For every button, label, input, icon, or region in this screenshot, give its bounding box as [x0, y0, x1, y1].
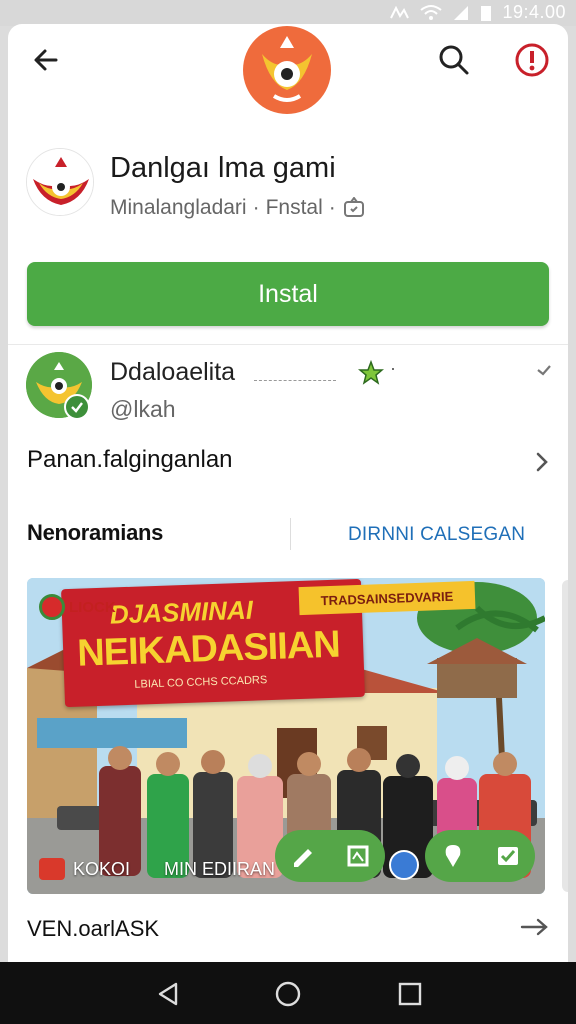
check-icon [71, 402, 83, 413]
footer-row[interactable]: VEN.oarlASK [8, 904, 568, 952]
star-icon [358, 360, 384, 385]
status-time: 19:4.00 [502, 2, 566, 22]
device-icon [343, 197, 364, 217]
section-title: Nenoramians [27, 520, 164, 545]
info-button[interactable] [514, 42, 550, 78]
permissions-label: Panan.falginganlan [27, 446, 233, 473]
nav-back-icon[interactable] [154, 980, 182, 1008]
section-see-all-link[interactable]: DIRNNI CALSEGAN [348, 524, 525, 546]
info-icon [515, 43, 549, 77]
checklist-icon[interactable] [491, 839, 525, 873]
app-meta: Minalanglаdаri · Fnstal · [110, 196, 366, 220]
caption-left: KOKOI [73, 858, 131, 879]
meta-separator: · [328, 196, 336, 219]
footer-label: VEN.oarlASK [27, 916, 160, 941]
app-icon [26, 148, 94, 216]
next-screenshot-peek[interactable] [562, 580, 568, 892]
app-category: Fnstal [265, 196, 323, 219]
section-separator [290, 518, 291, 550]
media-controls-left [275, 830, 385, 882]
banner-line-3: LBIAL CO CCHS CCADRS [134, 674, 268, 691]
nav-home-icon[interactable] [274, 980, 302, 1008]
top-app-bar [8, 24, 568, 124]
app-emblem-logo [242, 24, 332, 116]
arrow-left-icon [34, 49, 58, 71]
emoji-button[interactable] [389, 850, 419, 880]
banner-line-2: NEIKADASIIAN [76, 623, 341, 675]
frame-icon[interactable] [341, 839, 375, 873]
screenshot-caption: KOKOI MIN EDIIRAN [39, 858, 275, 880]
app-details-sheet: Danlgaı lma gami Minalanglаdаri · Fnstal… [8, 24, 568, 962]
back-button[interactable] [28, 42, 64, 78]
arrow-right-icon [520, 918, 548, 936]
divider [8, 344, 568, 345]
system-navigation-bar [0, 962, 576, 1024]
permissions-row[interactable]: Panan.falginganlan [8, 434, 568, 490]
developer-name-underline [254, 380, 336, 381]
search-button[interactable] [436, 42, 472, 78]
developer-handle: @lkah [110, 396, 176, 422]
status-bar: 19:4.00 [0, 0, 576, 26]
app-header: Danlgaı lma gami Minalanglаdаri · Fnstal… [24, 144, 554, 224]
publisher-name[interactable]: Minalanglаdаri [110, 196, 247, 220]
caption-right: MIN EDIIRAN [164, 858, 276, 879]
brand-logo: LIOCK [39, 594, 116, 620]
search-icon [439, 45, 469, 75]
status-icons: 19:4.00 [388, 2, 566, 23]
nav-recents-icon[interactable] [396, 980, 424, 1008]
chevron-right-icon [536, 452, 548, 472]
location-pin-icon[interactable] [436, 839, 470, 873]
developer-name: Ddaloaelita [110, 358, 236, 386]
battery-icon [481, 5, 492, 21]
banner-line-1: DJASMINAI [109, 594, 254, 630]
screenshot-carousel-item[interactable]: DJASMINAI NEIKADASIIAN LBIAL CO CCHS CCA… [27, 578, 545, 894]
verified-badge [64, 394, 90, 420]
brand-text: LIOCK [69, 598, 116, 616]
meta-separator: · [252, 196, 260, 219]
media-controls-right [425, 830, 535, 882]
app-title: Danlgaı lma gami [110, 152, 336, 184]
wifi-icon [420, 4, 443, 20]
signal-icon [454, 5, 469, 20]
caption-icon [39, 858, 65, 880]
screenshots-section-header: Nenoramians DIRNNI CALSEGAN [8, 512, 568, 556]
notification-icon [390, 5, 410, 18]
edit-icon[interactable] [286, 839, 320, 873]
install-button[interactable]: Instal [27, 262, 549, 326]
separator-dot: · [390, 358, 396, 378]
developer-row[interactable]: Ddaloaelita · @lkah [24, 350, 554, 430]
small-check-icon [537, 365, 551, 376]
brand-logo-icon [39, 594, 65, 620]
